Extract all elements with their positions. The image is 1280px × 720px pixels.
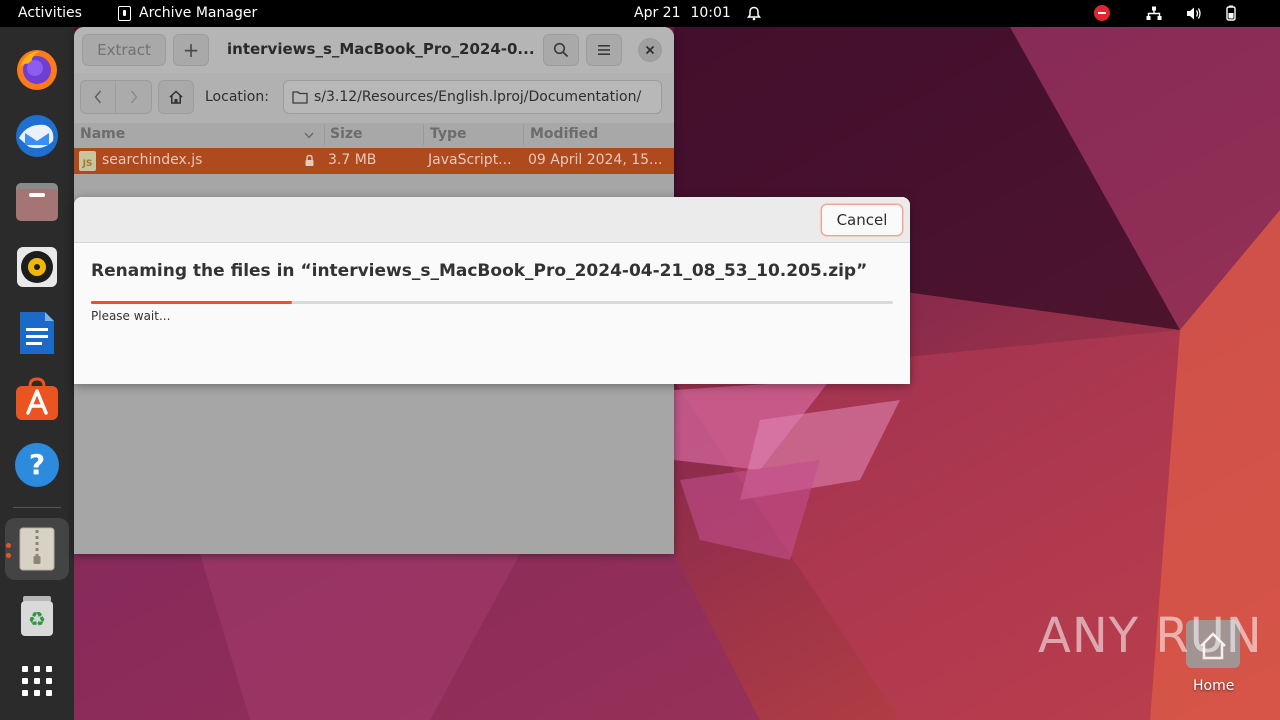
running-indicator-dot	[6, 553, 11, 558]
progress-dialog: Cancel Renaming the files in “interviews…	[74, 197, 910, 384]
app-name: Archive Manager	[139, 5, 258, 21]
dock-separator	[13, 507, 61, 508]
trash-icon[interactable]: ♻	[13, 591, 61, 639]
file-list-header: Name Size Type Modified	[74, 123, 674, 148]
clock-time: 10:01	[690, 5, 731, 21]
column-header-type[interactable]: Type	[430, 126, 467, 142]
dock: ? ♻	[0, 27, 74, 720]
hamburger-menu-icon	[598, 45, 610, 55]
close-window-button[interactable]	[638, 38, 662, 62]
back-button[interactable]	[80, 80, 116, 114]
chevron-left-icon	[94, 90, 102, 104]
add-files-button[interactable]: +	[173, 34, 209, 66]
location-toolbar: Location: s/3.12/Resources/English.lproj…	[74, 73, 674, 123]
file-row[interactable]: JS searchindex.js 3.7 MB JavaScript... 0…	[74, 148, 674, 174]
file-size: 3.7 MB	[328, 152, 377, 168]
rhythmbox-icon[interactable]	[13, 243, 61, 291]
network-icon[interactable]	[1146, 6, 1162, 21]
cancel-button[interactable]: Cancel	[821, 204, 903, 236]
sort-chevron-down-icon	[304, 132, 314, 139]
location-field[interactable]: s/3.12/Resources/English.lproj/Documenta…	[283, 80, 662, 114]
dialog-header: Cancel	[74, 197, 910, 243]
svg-text:♻: ♻	[28, 607, 46, 631]
dialog-message: Renaming the files in “interviews_s_MacB…	[91, 261, 868, 281]
notification-bell-icon	[746, 6, 761, 20]
location-path: s/3.12/Resources/English.lproj/Documenta…	[314, 89, 642, 105]
header-bar: Extract + interviews_s_MacBook_Pro_2024-…	[74, 27, 674, 73]
top-bar: Activities Archive Manager Apr 21 10:01	[0, 0, 1280, 27]
running-indicator-dot	[6, 543, 11, 548]
search-icon	[553, 42, 569, 58]
clock-date: Apr 21	[634, 5, 681, 21]
lock-icon	[305, 154, 314, 166]
help-icon[interactable]: ?	[13, 441, 61, 489]
thunderbird-icon[interactable]	[13, 111, 61, 159]
window-title: interviews_s_MacBook_Pro_2024-0...	[227, 40, 535, 58]
column-header-name[interactable]: Name	[80, 126, 125, 142]
javascript-file-icon: JS	[79, 151, 96, 171]
files-icon[interactable]	[13, 177, 61, 225]
main-menu-button[interactable]	[586, 34, 622, 66]
activities-button[interactable]: Activities	[18, 5, 82, 21]
anyrun-watermark: ANY RUN	[1038, 608, 1263, 664]
progress-bar	[91, 301, 893, 304]
search-button[interactable]	[543, 34, 579, 66]
home-icon	[169, 90, 183, 104]
home-desktop-label: Home	[1193, 678, 1235, 694]
libreoffice-writer-icon[interactable]	[13, 309, 61, 357]
svg-text:?: ?	[29, 448, 45, 481]
file-name: searchindex.js	[102, 152, 203, 168]
extract-button[interactable]: Extract	[82, 34, 166, 66]
ubuntu-software-icon[interactable]	[13, 375, 61, 423]
navigation-buttons	[80, 80, 152, 114]
do-not-disturb-icon[interactable]	[1094, 5, 1110, 21]
archive-app-icon	[118, 5, 131, 21]
home-folder-button[interactable]	[158, 80, 194, 114]
close-icon	[645, 45, 655, 55]
system-tray[interactable]	[1094, 5, 1236, 21]
column-header-size[interactable]: Size	[330, 126, 363, 142]
file-type: JavaScript...	[428, 152, 512, 168]
file-modified: 09 April 2024, 15...	[528, 152, 663, 168]
chevron-right-icon	[130, 90, 137, 104]
archive-manager-icon[interactable]	[13, 525, 61, 573]
volume-icon[interactable]	[1186, 6, 1202, 21]
clock[interactable]: Apr 21 10:01	[634, 5, 761, 21]
location-label: Location:	[205, 89, 269, 105]
power-icon[interactable]	[1226, 5, 1236, 21]
folder-icon	[292, 91, 308, 104]
watermark-text: ANY RUN	[1038, 608, 1263, 664]
dialog-status: Please wait...	[91, 309, 171, 323]
forward-button[interactable]	[116, 80, 152, 114]
progress-bar-fill	[91, 301, 292, 304]
column-header-modified[interactable]: Modified	[530, 126, 598, 142]
app-menu[interactable]: Archive Manager	[118, 5, 257, 21]
firefox-icon[interactable]	[13, 45, 61, 93]
show-applications-icon[interactable]	[13, 657, 61, 705]
